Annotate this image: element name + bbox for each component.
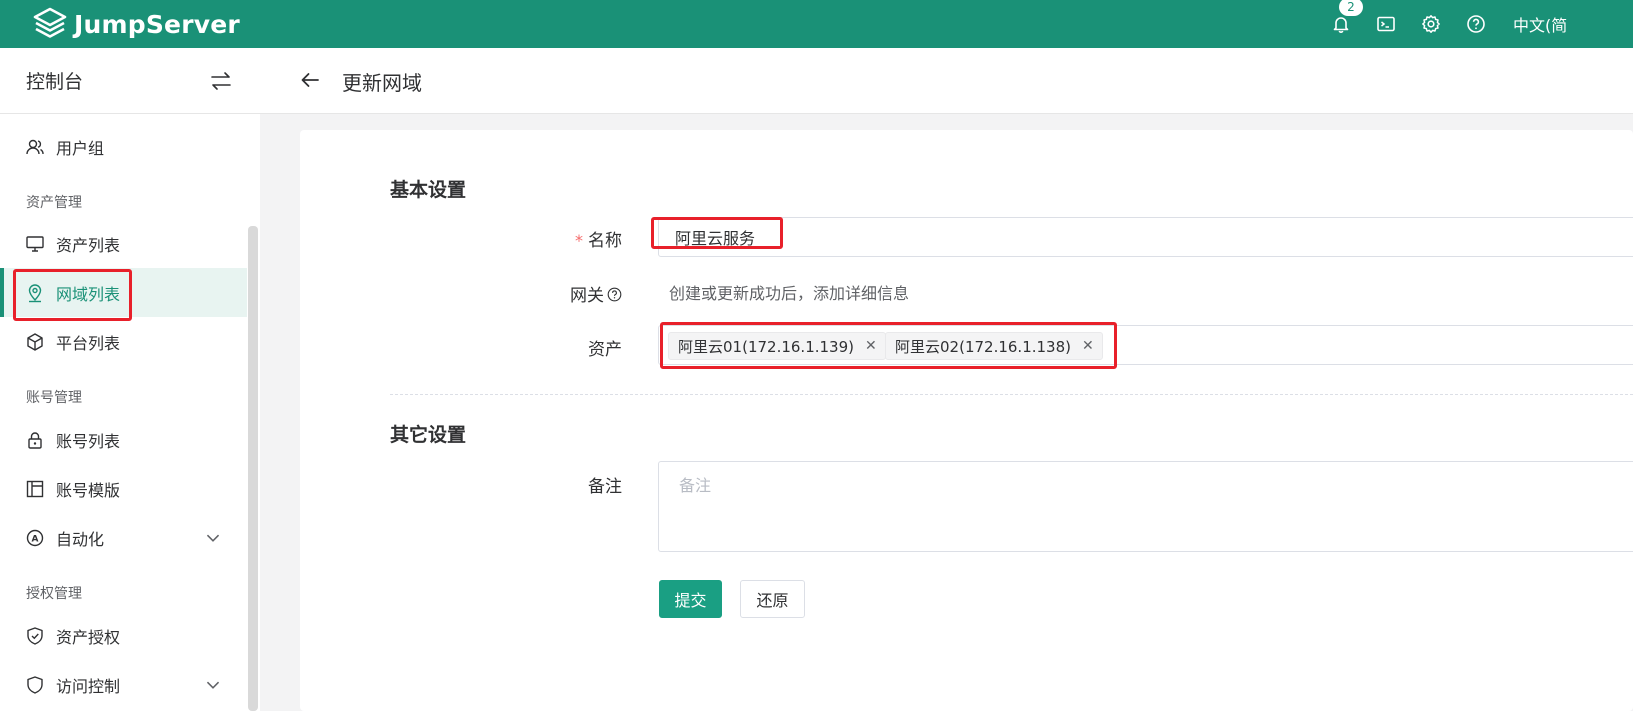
location-pin-icon — [28, 283, 42, 302]
question-circle-icon[interactable] — [607, 287, 622, 302]
name-label-text: 名称 — [588, 231, 622, 251]
monitor-icon — [26, 235, 44, 252]
logo[interactable]: JumpServer — [32, 6, 240, 42]
page-header: 更新网域 — [260, 48, 1633, 114]
sidebar-item-label: 平台列表 — [56, 333, 121, 353]
brand-name: JumpServer — [74, 9, 240, 39]
sidebar-item-platform-list[interactable]: 平台列表 — [0, 317, 247, 366]
user-group-icon — [26, 139, 44, 154]
assets-label: 资产 — [462, 335, 622, 360]
close-icon[interactable]: ✕ — [865, 338, 877, 354]
asset-tag: 阿里云01(172.16.1.139) ✕ — [668, 332, 886, 360]
help-icon[interactable] — [1463, 11, 1489, 37]
shield-check-icon — [27, 626, 43, 645]
submit-button[interactable]: 提交 — [659, 580, 722, 618]
page-title: 更新网域 — [342, 71, 422, 95]
terminal-icon[interactable] — [1373, 11, 1399, 37]
template-icon — [26, 480, 44, 497]
automation-icon: A — [26, 529, 44, 546]
svg-text:A: A — [32, 534, 39, 544]
access-control-icon — [27, 675, 43, 694]
notification-badge: 2 — [1339, 0, 1363, 16]
chevron-down-icon — [206, 681, 220, 689]
settings-icon[interactable] — [1418, 11, 1444, 37]
sidebar-item-access-control[interactable]: 访问控制 — [0, 660, 247, 709]
sidebar-group-account-management: 账号管理 — [26, 390, 82, 406]
lock-icon — [28, 431, 42, 449]
top-bar: JumpServer 2 中文(简 — [0, 0, 1633, 48]
sidebar: 控制台 用户组 资产管理 资产列表 网域列表 平台列表 账号管理 账号列表 账号… — [0, 48, 260, 711]
assets-label-text: 资产 — [588, 340, 622, 360]
switch-view-icon[interactable] — [208, 68, 234, 94]
sidebar-title: 控制台 — [26, 71, 84, 93]
sidebar-item-label: 资产授权 — [56, 627, 121, 647]
sidebar-group-asset-management: 资产管理 — [26, 195, 82, 211]
section-divider — [390, 394, 1633, 395]
sidebar-item-label: 用户组 — [56, 138, 105, 158]
sidebar-item-domain-list[interactable]: 网域列表 — [0, 268, 247, 317]
cube-icon — [27, 332, 43, 351]
sidebar-item-label: 账号模版 — [56, 480, 121, 500]
asset-tag-label: 阿里云01(172.16.1.139) — [678, 337, 854, 356]
gateway-label: 网关 — [462, 281, 622, 306]
asset-tag: 阿里云02(172.16.1.138) ✕ — [885, 332, 1103, 360]
section-title-other: 其它设置 — [390, 424, 467, 446]
jumpserver-logo-icon — [33, 7, 67, 38]
sidebar-item-asset-authorization[interactable]: 资产授权 — [0, 611, 247, 660]
sidebar-item-user-groups[interactable]: 用户组 — [0, 122, 247, 171]
sidebar-item-label: 自动化 — [56, 529, 105, 549]
sidebar-item-label: 账号列表 — [56, 431, 121, 451]
comment-label-text: 备注 — [588, 477, 622, 497]
section-title-basic: 基本设置 — [390, 179, 467, 201]
form-card: 基本设置 * 名称 阿里云服务 网关 创建或更新成功后，添加详细信息 资产 阿里云… — [300, 130, 1633, 711]
sidebar-header: 控制台 — [0, 48, 260, 114]
comment-textarea[interactable]: 备注 — [658, 461, 1633, 552]
name-input[interactable]: 阿里云服务 — [658, 217, 1633, 257]
sidebar-item-account-template[interactable]: 账号模版 — [0, 464, 247, 513]
sidebar-group-authorization-management: 授权管理 — [26, 586, 82, 602]
name-label: * 名称 — [462, 226, 622, 251]
sidebar-scrollbar[interactable] — [248, 226, 258, 711]
required-marker: * — [575, 231, 583, 250]
chevron-down-icon — [206, 534, 220, 542]
gateway-help-text: 创建或更新成功后，添加详细信息 — [669, 284, 910, 303]
sidebar-item-asset-list[interactable]: 资产列表 — [0, 219, 247, 268]
asset-tag-label: 阿里云02(172.16.1.138) — [895, 337, 1071, 356]
name-input-value: 阿里云服务 — [675, 229, 756, 248]
comment-label: 备注 — [462, 472, 622, 497]
sidebar-item-label: 网域列表 — [56, 284, 121, 304]
sidebar-item-label: 资产列表 — [56, 235, 121, 255]
language-switcher[interactable]: 中文(简 — [1513, 12, 1567, 36]
sidebar-item-automation[interactable]: A 自动化 — [0, 513, 247, 562]
reset-button[interactable]: 还原 — [740, 580, 805, 618]
close-icon[interactable]: ✕ — [1082, 338, 1094, 354]
comment-placeholder: 备注 — [679, 476, 712, 495]
sidebar-item-label: 访问控制 — [56, 676, 121, 696]
back-arrow-icon[interactable] — [298, 68, 322, 92]
gateway-label-text: 网关 — [570, 286, 604, 306]
sidebar-item-account-list[interactable]: 账号列表 — [0, 415, 247, 464]
